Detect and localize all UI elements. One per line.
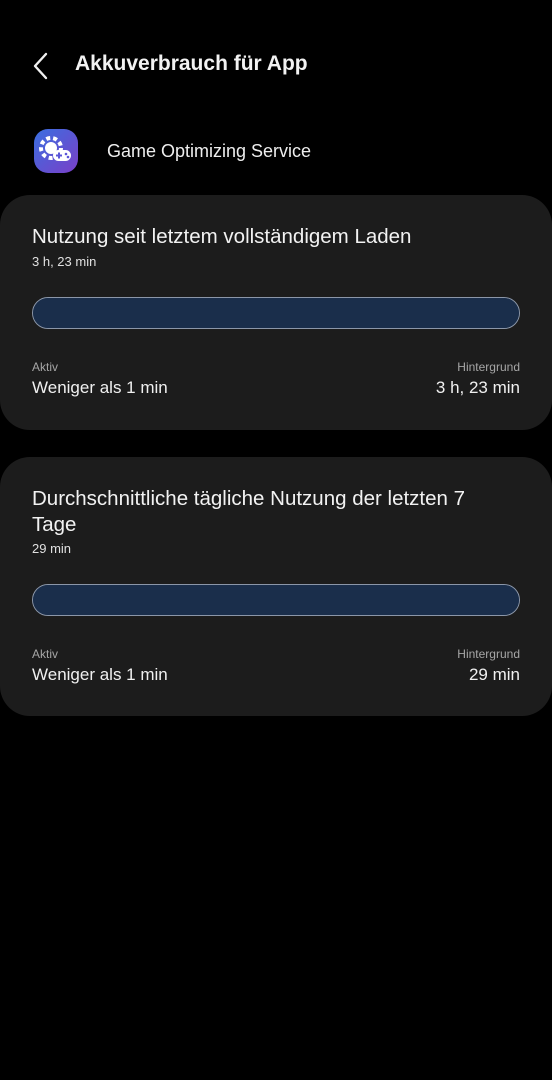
usage-since-charge-card: Nutzung seit letztem vollständigem Laden… (0, 195, 552, 430)
game-gear-icon (33, 128, 79, 174)
daily-average-card: Durchschnittliche tägliche Nutzung der l… (0, 457, 552, 716)
back-button[interactable] (22, 48, 62, 84)
card-subtitle: 3 h, 23 min (32, 254, 97, 269)
usage-bar (32, 584, 520, 616)
card-subtitle: 29 min (32, 541, 72, 556)
background-value: 29 min (468, 665, 520, 684)
app-bar: Akkuverbrauch für App (0, 36, 552, 96)
page-title: Akkuverbrauch für App (75, 52, 308, 75)
card-title: Nutzung seit letztem vollständigem Laden (32, 225, 412, 248)
active-label: Aktiv (32, 647, 59, 661)
app-info-row: Game Optimizing Service (0, 124, 552, 180)
chevron-left-icon (22, 48, 62, 84)
app-name: Game Optimizing Service (107, 141, 312, 161)
usage-bar-fill (33, 585, 519, 615)
usage-bar-fill (33, 298, 519, 328)
active-value: Weniger als 1 min (32, 665, 168, 684)
card-title: Durchschnittliche tägliche Nutzung der l… (32, 487, 466, 536)
active-label: Aktiv (32, 360, 59, 374)
background-value: 3 h, 23 min (435, 378, 520, 397)
active-value: Weniger als 1 min (32, 378, 168, 397)
background-label: Hintergrund (457, 360, 520, 374)
background-label: Hintergrund (457, 647, 520, 661)
usage-bar (32, 297, 520, 329)
